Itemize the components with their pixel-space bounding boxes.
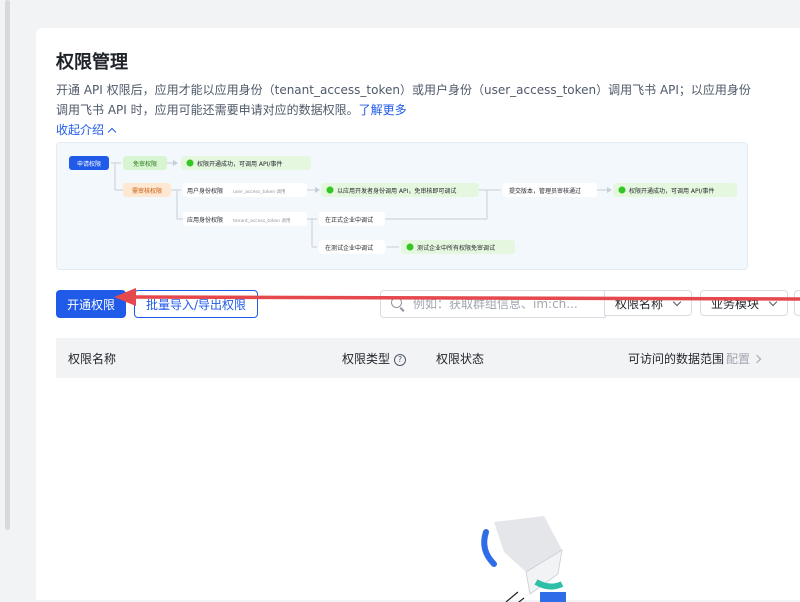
permission-card: 权限管理 开通 API 权限后，应用才能以应用身份（tenant_access_… (36, 28, 800, 602)
permission-table-header: 权限名称 权限类型? 权限状态 可访问的数据范围 配置 (56, 338, 800, 378)
success-check-icon (618, 186, 626, 194)
app-identity-token: tenant_access_token 调用 (233, 217, 290, 224)
success-check-icon (406, 243, 414, 251)
business-module-select-label: 业务模块 (711, 296, 760, 311)
no-review-result-label: 权限开通成功，可调用 API/事件 (197, 160, 282, 168)
business-module-select[interactable]: 业务模块 (700, 290, 788, 316)
column-data-scope-label: 可访问的数据范围 (628, 352, 725, 366)
learn-more-link[interactable]: 了解更多 (359, 103, 407, 117)
column-permission-type[interactable]: 权限类型? (342, 350, 407, 367)
chevron-right-icon (752, 354, 762, 364)
chevron-down-icon (768, 297, 778, 307)
column-permission-type-label: 权限类型 (342, 352, 391, 366)
success-check-icon (186, 159, 194, 167)
page-scrollbar[interactable] (5, 0, 10, 530)
permission-flow-diagram: 申请权限 免审权限 权限开通成功，可调用 API/事件 需审核权限 用户身份权限… (56, 142, 748, 270)
no-review-label: 免审权限 (133, 160, 157, 168)
user-identity-result-label: 以应用开发者身份调用 API，免审核即可调试 (337, 187, 456, 195)
user-identity-label: 用户身份权限 (187, 187, 223, 195)
empty-state-illustration (481, 516, 566, 602)
final-result-label: 权限开通成功，可调用 API/事件 (629, 187, 714, 195)
question-circle-icon[interactable]: ? (394, 354, 407, 366)
open-permission-button[interactable]: 开通权限 (56, 290, 126, 318)
permission-search[interactable] (380, 290, 606, 318)
test-tenant-label: 在测试企业中调试 (325, 244, 373, 252)
search-icon (391, 297, 402, 308)
chevron-down-icon (672, 297, 682, 307)
filter-select-partial[interactable] (794, 290, 800, 316)
column-permission-name[interactable]: 权限名称 (68, 350, 116, 367)
batch-import-export-button[interactable]: 批量导入/导出权限 (134, 290, 258, 318)
permission-name-select-label: 权限名称 (615, 296, 664, 311)
flow-connectors (111, 162, 609, 248)
success-check-icon (326, 186, 334, 194)
search-input[interactable] (411, 294, 600, 314)
column-data-scope[interactable]: 可访问的数据范围 配置 (628, 350, 762, 367)
permission-name-select[interactable]: 权限名称 (604, 290, 692, 316)
need-review-label: 需审核权限 (132, 187, 162, 195)
collapse-intro-label: 收起介绍 (56, 123, 105, 137)
page-title: 权限管理 (56, 52, 128, 73)
formal-tenant-label: 在正式企业中调试 (325, 216, 373, 224)
chevron-up-icon (107, 127, 117, 137)
flow-diagram-svg: 申请权限 免审权限 权限开通成功，可调用 API/事件 需审核权限 用户身份权限… (69, 156, 737, 254)
page-description: 开通 API 权限后，应用才能以应用身份（tenant_access_token… (56, 80, 756, 120)
apply-node-label: 申请权限 (77, 160, 101, 168)
column-permission-status[interactable]: 权限状态 (436, 350, 484, 367)
collapse-intro-toggle[interactable]: 收起介绍 (56, 121, 117, 138)
submit-version-label: 提交版本，管理员审核通过 (509, 187, 581, 195)
app-identity-label: 应用身份权限 (187, 216, 223, 224)
test-tenant-result-label: 测试企业中所有权限免审调试 (417, 244, 495, 252)
config-link[interactable]: 配置 (726, 352, 750, 366)
user-identity-token: user_access_token 调用 (233, 188, 286, 195)
